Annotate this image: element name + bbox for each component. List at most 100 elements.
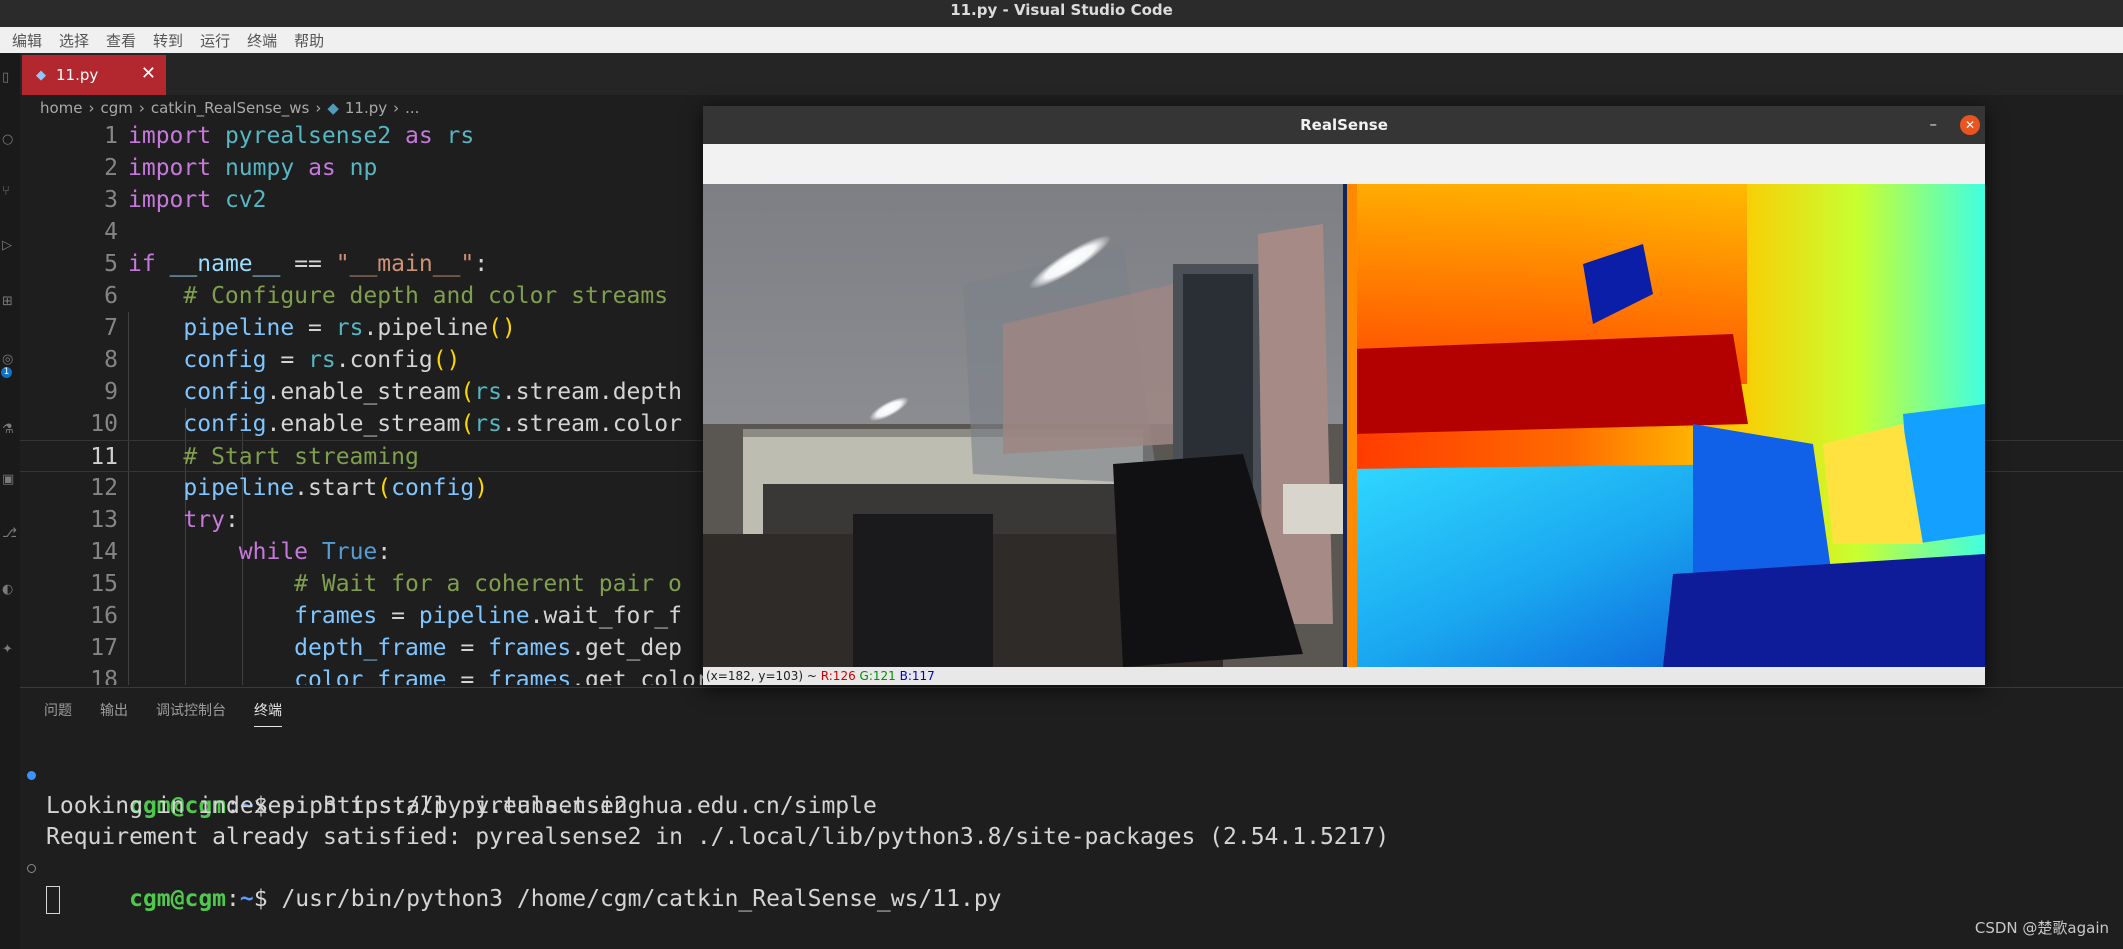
code-text: config = rs.config() [183,347,461,373]
menu-go[interactable]: 转到 [153,30,183,51]
line-number: 15 [90,571,118,597]
breadcrumb-workspace[interactable]: catkin_RealSense_ws [151,99,309,117]
extensions-badge: 1 [1,367,12,378]
terminal-cursor [46,885,60,914]
menu-view[interactable]: 查看 [106,30,136,51]
tab-label: 11.py [56,66,99,84]
editor-tab-strip: ◆ 11.py ✕ [20,53,2123,95]
chevron-right-icon: › [393,99,400,117]
breadcrumb-file[interactable]: 11.py [345,99,387,117]
run-debug-icon[interactable]: ▷ [2,239,16,253]
line-number: 11 [90,444,118,470]
terminal-output: Requirement already satisfied: pyrealsen… [46,824,1390,850]
bottom-panel: 问题 输出 调试控制台 终端 cgm@cgm:~$ pip3 install p… [20,687,2123,949]
watermark: CSDN @楚歌again [1974,919,2109,937]
code-text: import cv2 [128,187,267,213]
line-number: 9 [104,379,118,405]
code-text: while True: [238,539,392,565]
terminal-line [46,884,1389,915]
minimize-button[interactable]: – [1930,106,1938,142]
tab-terminal[interactable]: 终端 [254,700,282,727]
python-file-icon: ◆ [36,67,46,83]
terminal[interactable]: cgm@cgm:~$ pip3 install pyrealsense2 Loo… [27,760,1390,915]
pixel-coords: (x=182, y=103) ~ [706,669,821,683]
code-text: # Wait for a coherent pair o [294,571,682,597]
tab-debug-console[interactable]: 调试控制台 [156,700,226,727]
code-text: try: [183,507,239,533]
code-text: frames = pipeline.wait_for_f [294,603,682,629]
line-number: 5 [104,251,118,277]
line-number: 1 [104,123,118,149]
menu-edit[interactable]: 编辑 [12,30,42,51]
code-text: pipeline.start(config) [183,475,489,501]
code-text: depth_frame = frames.get_dep [294,635,682,661]
camera-images[interactable] [703,184,1985,667]
menu-selection[interactable]: 选择 [59,30,89,51]
chevron-right-icon: › [315,99,322,117]
code-text: # Start streaming [183,444,419,470]
line-number: 12 [90,475,118,501]
line-number: 16 [90,603,118,629]
line-number: 2 [104,155,118,181]
line-number: 8 [104,347,118,373]
menu-bar: 编辑 选择 查看 转到 运行 终端 帮助 [0,27,2123,53]
breadcrumb-symbols[interactable]: ... [405,99,419,117]
activity-bar: ▯ ○ ⑂ ▷ ⊞ 1 ◎ ⚗ ▣ ⎇ ◐ ✦ [0,53,20,949]
account-icon[interactable]: ◐ [2,583,16,597]
menu-help[interactable]: 帮助 [294,30,324,51]
tab-problems[interactable]: 问题 [44,700,72,727]
line-number: 18 [90,667,118,685]
line-number: 4 [104,219,118,245]
line-number: 13 [90,507,118,533]
tab-output[interactable]: 输出 [100,700,128,727]
pixel-red: R:126 [820,669,856,683]
pixel-blue: B:117 [899,669,935,683]
window-title: 11.py - Visual Studio Code [0,0,2123,27]
color-image [703,184,1347,667]
terminal-line: cgm@cgm:~$ pip3 install pyrealsense2 [27,760,1389,819]
timeline-icon[interactable]: ⎇ [2,527,17,541]
explorer-icon[interactable]: ▯ [2,71,16,85]
code-text: if __name__ == "__main__": [128,251,489,277]
pixel-green: G:121 [859,669,896,683]
code-text: # Configure depth and color streams [183,283,669,309]
testing-icon[interactable]: ⚗ [2,423,16,437]
python-file-icon: ◆ [327,99,339,117]
breadcrumb-home[interactable]: home [40,99,83,117]
code-text: config.enable_stream(rs.stream.color [183,411,682,437]
realsense-toolbar [703,144,1985,184]
line-number: 14 [90,539,118,565]
code-text: import numpy as np [128,155,378,181]
command-running-icon[interactable] [27,864,36,873]
panel-tabs: 问题 输出 调试控制台 终端 [44,700,310,727]
breadcrumb-cgm[interactable]: cgm [101,99,133,117]
menu-run[interactable]: 运行 [200,30,230,51]
command-success-icon[interactable] [27,771,36,780]
menu-terminal[interactable]: 终端 [247,30,277,51]
docker-icon[interactable]: ▣ [2,473,16,487]
line-number: 3 [104,187,118,213]
source-control-icon[interactable]: ⑂ [2,185,16,199]
line-number: 10 [90,411,118,437]
line-number: 17 [90,635,118,661]
code-text: pipeline = rs.pipeline() [183,315,516,341]
settings-icon[interactable]: ✦ [2,643,16,657]
pixel-info-bar: (x=182, y=103) ~ R:126 G:121 B:117 [703,667,1985,685]
line-number: 7 [104,315,118,341]
depth-image [1347,184,1985,667]
terminal-line: cgm@cgm:~$ /usr/bin/python3 /home/cgm/ca… [27,853,1389,912]
code-text: import pyrealsense2 as rs [128,123,475,149]
line-number: 6 [104,283,118,309]
tab-11-py[interactable]: ◆ 11.py ✕ [22,55,166,95]
search-icon[interactable]: ○ [2,133,16,147]
realsense-title: RealSense [703,106,1985,144]
breadcrumb: home › cgm › catkin_RealSense_ws › ◆ 11.py ›… [40,96,425,120]
terminal-output: Looking in indexes: https://pypi.tuna.ts… [46,793,877,819]
chevron-right-icon: › [138,99,145,117]
close-icon[interactable]: ✕ [141,63,156,84]
close-button[interactable]: ✕ [1960,115,1980,135]
code-text: config.enable_stream(rs.stream.depth [183,379,682,405]
remote-icon[interactable]: ◎ [2,353,16,367]
extensions-icon[interactable]: ⊞ [2,295,16,309]
realsense-window[interactable]: RealSense – ✕ (x=182, y=103) ~ R:126 G:1… [703,106,1985,685]
